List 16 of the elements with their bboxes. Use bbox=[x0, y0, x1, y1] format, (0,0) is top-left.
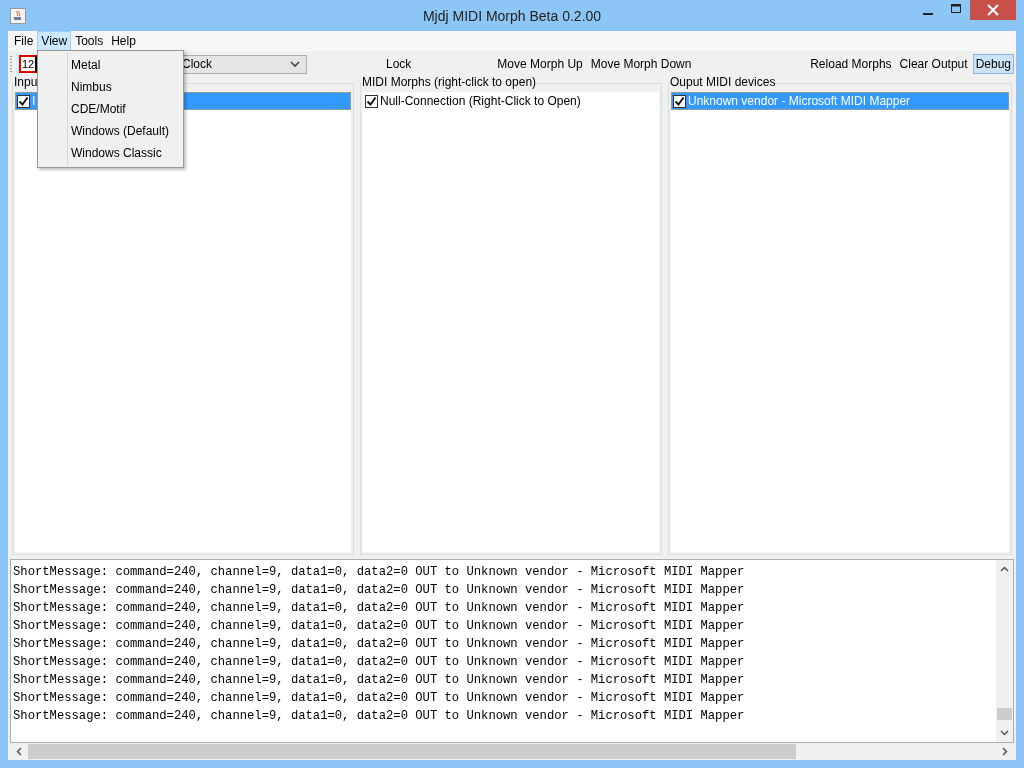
list-row-label: Unknown vendor - Microsoft MIDI Mapper bbox=[688, 94, 911, 108]
panel-title: MIDI Morphs (right-click to open) bbox=[362, 75, 537, 89]
log-line: ShortMessage: command=240, channel=9, data1=0, data2=0 OUT to Unknown vendor - Microsoft MIDI Mapper bbox=[13, 636, 746, 653]
list-row-label: I bbox=[32, 94, 36, 108]
panel-title: Inpu bbox=[14, 75, 38, 89]
log-line: ShortMessage: command=240, channel=9, data1=0, data2=0 OUT to Unknown vendor - Microsoft MIDI Mapper bbox=[13, 672, 746, 689]
list-row-label: Null-Connection (Right-Click to Open) bbox=[380, 94, 581, 108]
log-line: ShortMessage: command=240, channel=9, data1=0, data2=0 OUT to Unknown vendor - Microsoft MIDI Mapper bbox=[13, 654, 746, 671]
log-line: ShortMessage: command=240, channel=9, data1=0, data2=0 OUT to Unknown vendor - Microsoft MIDI Mapper bbox=[13, 708, 746, 725]
log-line: ShortMessage: command=240, channel=9, data1=0, data2=0 OUT to Unknown vendor - Microsoft MIDI Mapper bbox=[13, 564, 746, 581]
log-line: ShortMessage: command=240, channel=9, data1=0, data2=0 OUT to Unknown vendor - Microsoft MIDI Mapper bbox=[13, 690, 746, 707]
log-line: ShortMessage: command=240, channel=9, data1=0, data2=0 OUT to Unknown vendor - Microsoft MIDI Mapper bbox=[13, 600, 746, 617]
log-line: ShortMessage: command=240, channel=9, data1=0, data2=0 OUT to Unknown vendor - Microsoft MIDI Mapper bbox=[13, 618, 746, 635]
window-title: Mjdj MIDI Morph Beta 0.2.00 bbox=[421, 7, 603, 24]
panel-title: Ouput MIDI devices bbox=[670, 75, 776, 89]
log-line: ShortMessage: command=240, channel=9, data1=0, data2=0 OUT to Unknown vendor - Microsoft MIDI Mapper bbox=[13, 582, 746, 599]
